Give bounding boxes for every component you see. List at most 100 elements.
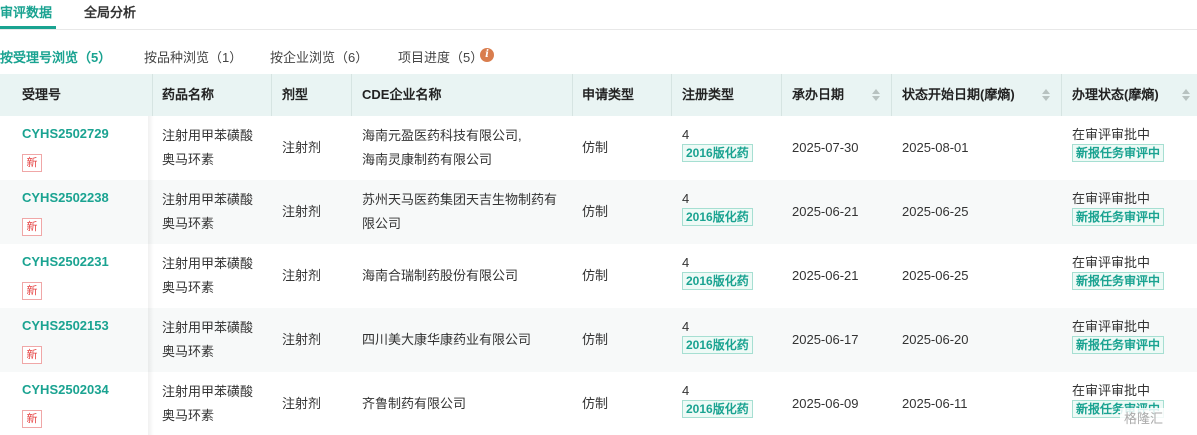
sort-icon[interactable]: [1182, 89, 1190, 102]
fixed-column-shadow: [148, 308, 154, 372]
company-name: 四川美大康华康药业有限公司: [362, 332, 532, 347]
drug-name-line: 注射用甲苯磺酸: [162, 256, 254, 271]
company-name: 海南合瑞制药股份有限公司: [362, 268, 519, 283]
col-status-start-date[interactable]: 状态开始日期(摩熵): [902, 74, 1015, 116]
company-name: 齐鲁制药有限公司: [362, 396, 467, 411]
subtab-by-variety[interactable]: 按品种浏览（1）: [144, 47, 242, 66]
col-reg-type: 注册类型: [682, 87, 735, 102]
dosage-form: 注射剂: [282, 268, 322, 283]
apply-type: 仿制: [582, 268, 609, 283]
sort-icon[interactable]: [1042, 89, 1050, 102]
column-divider: [351, 74, 352, 116]
col-dosage-form: 剂型: [282, 87, 309, 102]
col-status[interactable]: 办理状态(摩熵): [1072, 74, 1159, 116]
accept-date: 2025-06-09: [792, 396, 859, 411]
dosage-form: 注射剂: [282, 204, 322, 219]
tab-review-data[interactable]: 审评数据: [0, 2, 52, 21]
company-line: 苏州天马医药集团天吉生物制药有: [362, 192, 558, 207]
status-start-date: 2025-06-20: [902, 332, 969, 347]
active-tab-indicator: [0, 26, 56, 29]
reg-type-tag: 2016版化药: [682, 144, 753, 162]
apply-type: 仿制: [582, 204, 609, 219]
status-tag: 新报任务审评中: [1072, 272, 1165, 290]
status-tag: 新报任务审评中: [1072, 336, 1165, 354]
status: 在审评审批中 新报任务审评中: [1072, 254, 1165, 290]
watermark: 格隆汇: [1120, 408, 1168, 430]
reg-type: 4 2016版化药: [682, 318, 753, 354]
subtab-project-progress[interactable]: 项目进度（5）: [398, 47, 483, 66]
subtab-by-accept-no[interactable]: 按受理号浏览（5）: [0, 47, 111, 66]
accept-no-link[interactable]: CYHS2502231: [22, 254, 109, 269]
drug-name: 注射用甲苯磺酸 奥马环素: [162, 252, 253, 300]
table-row: CYHS2502729 新 注射用甲苯磺酸 奥马环素 注射剂 海南元盈医药科技有…: [0, 116, 1197, 180]
new-badge: 新: [22, 218, 42, 236]
company-line: 限公司: [362, 216, 402, 231]
status-start-date: 2025-06-25: [902, 204, 969, 219]
subtab-by-company[interactable]: 按企业浏览（6）: [270, 47, 368, 66]
status-start-date: 2025-08-01: [902, 140, 969, 155]
dosage-form: 注射剂: [282, 332, 322, 347]
fixed-column-shadow: [148, 116, 154, 180]
status-tag: 新报任务审评中: [1072, 208, 1165, 226]
status-start-date: 2025-06-11: [902, 396, 968, 411]
fixed-column-shadow: [148, 372, 154, 435]
col-drug-name: 药品名称: [162, 87, 215, 102]
status-text: 在审评审批中: [1072, 191, 1151, 206]
col-company: CDE企业名称: [362, 87, 442, 102]
info-icon[interactable]: i: [480, 48, 494, 62]
accept-no-link[interactable]: CYHS2502034: [22, 382, 109, 397]
dosage-form: 注射剂: [282, 140, 322, 155]
column-divider: [671, 74, 672, 116]
drug-name: 注射用甲苯磺酸 奥马环素: [162, 188, 253, 236]
accept-date: 2025-07-30: [792, 140, 859, 155]
accept-no-link[interactable]: CYHS2502729: [22, 126, 109, 141]
status-text: 在审评审批中: [1072, 255, 1151, 270]
drug-name-line: 注射用甲苯磺酸: [162, 192, 254, 207]
dosage-form: 注射剂: [282, 396, 322, 411]
status-text: 在审评审批中: [1072, 319, 1151, 334]
drug-name-line: 奥马环素: [162, 152, 215, 167]
fixed-column-shadow: [148, 244, 154, 308]
company-name: 苏州天马医药集团天吉生物制药有 限公司: [362, 188, 557, 236]
status: 在审评审批中 新报任务审评中: [1072, 190, 1165, 226]
status-tag: 新报任务审评中: [1072, 144, 1165, 162]
drug-name-line: 奥马环素: [162, 408, 215, 423]
status: 在审评审批中 新报任务审评中: [1072, 318, 1165, 354]
table-row: CYHS2502034 新 注射用甲苯磺酸 奥马环素 注射剂 齐鲁制药有限公司 …: [0, 372, 1197, 435]
drug-name-line: 奥马环素: [162, 216, 215, 231]
reg-type: 4 2016版化药: [682, 254, 753, 290]
column-divider: [271, 74, 272, 116]
accept-no-link[interactable]: CYHS2502238: [22, 190, 109, 205]
accept-no-link[interactable]: CYHS2502153: [22, 318, 109, 333]
reg-num: 4: [682, 255, 690, 270]
new-badge: 新: [22, 410, 42, 428]
accept-date: 2025-06-21: [792, 204, 859, 219]
status-text: 在审评审批中: [1072, 383, 1151, 398]
top-tab-bar: 审评数据 全局分析: [0, 0, 1197, 30]
reg-type: 4 2016版化药: [682, 126, 753, 162]
column-divider: [152, 74, 153, 116]
reg-type: 4 2016版化药: [682, 190, 753, 226]
sort-icon[interactable]: [872, 89, 880, 102]
column-divider: [572, 74, 573, 116]
column-divider: [1061, 74, 1062, 116]
reg-type-tag: 2016版化药: [682, 272, 753, 290]
col-accept-no: 受理号: [22, 87, 62, 102]
apply-type: 仿制: [582, 140, 609, 155]
status-text: 在审评审批中: [1072, 127, 1151, 142]
sub-tab-bar: 按受理号浏览（5） 按品种浏览（1） 按企业浏览（6） 项目进度（5） i: [0, 47, 1197, 65]
table-row: CYHS2502153 新 注射用甲苯磺酸 奥马环素 注射剂 四川美大康华康药业…: [0, 308, 1197, 372]
drug-name: 注射用甲苯磺酸 奥马环素: [162, 124, 253, 172]
new-badge: 新: [22, 282, 42, 300]
col-accept-date[interactable]: 承办日期: [792, 74, 844, 116]
column-divider: [891, 74, 892, 116]
tab-global-analysis[interactable]: 全局分析: [84, 2, 136, 21]
drug-name-line: 奥马环素: [162, 344, 215, 359]
status: 在审评审批中 新报任务审评中: [1072, 126, 1165, 162]
company-name: 海南元盈医药科技有限公司, 海南灵康制药有限公司: [362, 124, 522, 172]
drug-name: 注射用甲苯磺酸 奥马环素: [162, 316, 253, 364]
company-line: 海南灵康制药有限公司: [362, 152, 493, 167]
drug-name-line: 奥马环素: [162, 280, 215, 295]
status-start-date: 2025-06-25: [902, 268, 969, 283]
apply-type: 仿制: [582, 396, 609, 411]
